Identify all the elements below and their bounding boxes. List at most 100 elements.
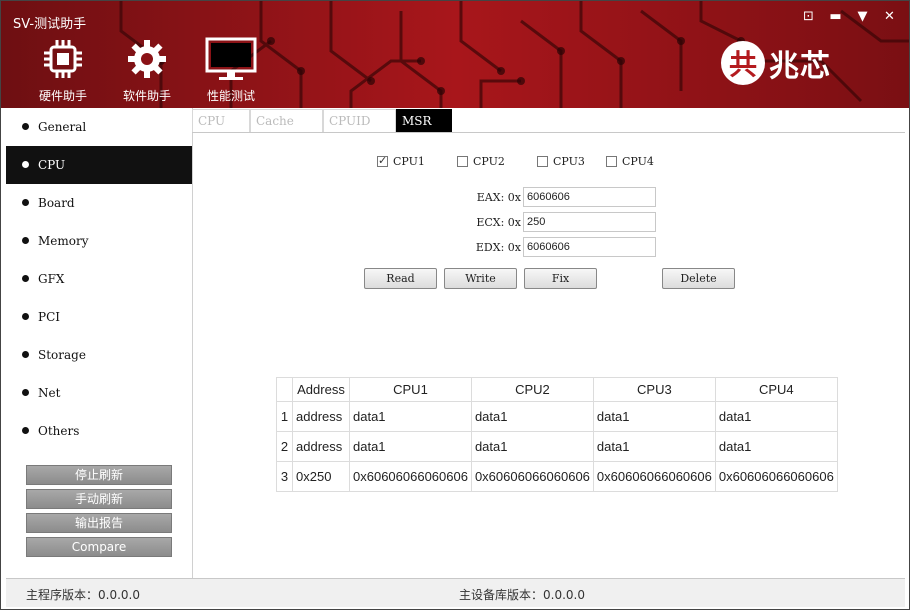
table-row[interactable]: 2 address data1 data1 data1 data1: [276, 431, 838, 462]
msr-results-table: Address CPU1 CPU2 CPU3 CPU4 1 address da…: [276, 377, 838, 492]
table-row[interactable]: 3 0x250 0x60606066060606 0x6060606606060…: [276, 461, 838, 492]
nav-hardware-assistant[interactable]: 硬件助手: [21, 37, 105, 103]
row-number: 2: [276, 431, 293, 462]
edx-input[interactable]: 6060606: [523, 237, 656, 257]
table-cell[interactable]: 0x60606066060606: [470, 461, 594, 492]
sidebar: General CPU Board Memory GFX PCI Storage…: [6, 108, 193, 578]
sidebar-item-pci[interactable]: PCI: [6, 298, 192, 336]
bullet-icon: [22, 427, 29, 434]
checkbox-box[interactable]: [377, 154, 388, 167]
checkbox-label: CPU4: [622, 154, 654, 168]
checkbox-box[interactable]: [606, 155, 617, 167]
tab-cpuid[interactable]: CPUID: [323, 109, 396, 132]
zhaoxin-logo-icon: 共: [721, 41, 765, 85]
table-row[interactable]: 1 address data1 data1 data1 data1: [276, 401, 838, 432]
row-number: 1: [276, 401, 293, 432]
column-header[interactable]: Address: [292, 377, 350, 402]
column-header[interactable]: CPU4: [714, 377, 838, 402]
sidebar-item-label: Others: [38, 424, 80, 438]
sidebar-item-board[interactable]: Board: [6, 184, 192, 222]
table-cell[interactable]: 0x60606066060606: [349, 461, 472, 492]
brand-logo: 共 兆芯: [721, 41, 831, 85]
eax-input[interactable]: 6060606: [523, 187, 656, 207]
table-cell[interactable]: data1: [592, 431, 716, 462]
table-cell[interactable]: data1: [349, 401, 472, 432]
minimize-to-tray-icon[interactable]: ▬: [822, 7, 849, 27]
bullet-icon: [22, 237, 29, 244]
sidebar-item-cpu[interactable]: CPU: [6, 146, 192, 184]
table-cell[interactable]: address: [292, 401, 350, 432]
cpu3-checkbox[interactable]: CPU3: [537, 154, 585, 168]
sidebar-item-label: General: [38, 120, 87, 134]
brand-name: 兆芯: [769, 49, 831, 84]
sidebar-item-general[interactable]: General: [6, 108, 192, 146]
cpu4-checkbox[interactable]: CPU4: [606, 154, 654, 168]
column-header[interactable]: CPU1: [349, 377, 472, 402]
eax-label: EAX: 0x: [476, 190, 521, 204]
export-report-button[interactable]: 输出报告: [26, 513, 172, 533]
app-window: SV-测试助手 ⊡ ▬ ▼ ✕ 硬件助手 软件助手 性能测试 共 兆芯 Gene…: [0, 0, 910, 610]
minimize-icon[interactable]: ▼: [849, 7, 876, 27]
nav-label: 硬件助手: [38, 89, 87, 103]
header-banner: SV-测试助手 ⊡ ▬ ▼ ✕ 硬件助手 软件助手 性能测试 共 兆芯: [1, 1, 909, 108]
column-header[interactable]: CPU2: [470, 377, 594, 402]
app-title: SV-测试助手: [13, 17, 87, 32]
close-icon[interactable]: ✕: [876, 7, 903, 27]
fix-button[interactable]: Fix: [524, 268, 597, 289]
status-bar: 主程序版本：0.0.0.0 主设备库版本：0.0.0.0: [6, 578, 905, 607]
cpu2-checkbox[interactable]: CPU2: [457, 154, 505, 168]
ecx-input[interactable]: 250: [523, 212, 656, 232]
gear-icon: [128, 40, 166, 78]
tab-msr[interactable]: MSR: [396, 109, 452, 132]
table-cell[interactable]: data1: [349, 431, 472, 462]
write-button[interactable]: Write: [444, 268, 517, 289]
sidebar-item-others[interactable]: Others: [6, 412, 192, 450]
sidebar-item-label: Memory: [38, 234, 89, 248]
sidebar-item-label: CPU: [38, 158, 66, 172]
row-number: 3: [276, 461, 293, 492]
sidebar-item-storage[interactable]: Storage: [6, 336, 192, 374]
table-cell[interactable]: data1: [592, 401, 716, 432]
edx-row: EDX: 0x 6060606: [471, 237, 656, 257]
table-cell[interactable]: data1: [470, 401, 594, 432]
top-navigation: 硬件助手 软件助手 性能测试: [21, 37, 273, 103]
tab-divider: [192, 132, 905, 133]
bullet-icon: [22, 351, 29, 358]
skin-icon[interactable]: ⊡: [795, 7, 822, 27]
monitor-icon: [205, 37, 257, 80]
read-button[interactable]: Read: [364, 268, 437, 289]
ecx-row: ECX: 0x 250: [471, 212, 656, 232]
tab-cache[interactable]: Cache: [250, 109, 323, 132]
table-cell[interactable]: data1: [470, 431, 594, 462]
nav-software-assistant[interactable]: 软件助手: [105, 37, 189, 103]
bullet-icon: [22, 389, 29, 396]
sidebar-item-gfx[interactable]: GFX: [6, 260, 192, 298]
compare-button[interactable]: Compare: [26, 537, 172, 557]
table-cell[interactable]: 0x60606066060606: [592, 461, 716, 492]
checkbox-box[interactable]: [457, 155, 468, 167]
cpu1-checkbox[interactable]: CPU1: [377, 154, 425, 168]
sidebar-item-memory[interactable]: Memory: [6, 222, 192, 260]
tab-cpu[interactable]: CPU: [192, 109, 250, 132]
sidebar-item-net[interactable]: Net: [6, 374, 192, 412]
delete-button[interactable]: Delete: [662, 268, 735, 289]
table-cell[interactable]: data1: [714, 401, 838, 432]
checkbox-box[interactable]: [537, 155, 548, 167]
table-cell[interactable]: address: [292, 431, 350, 462]
table-cell[interactable]: 0x250: [292, 461, 350, 492]
stop-refresh-button[interactable]: 停止刷新: [26, 465, 172, 485]
table-cell[interactable]: 0x60606066060606: [714, 461, 838, 492]
table-corner: [276, 377, 293, 402]
sidebar-item-label: PCI: [38, 310, 60, 324]
table-cell[interactable]: data1: [714, 431, 838, 462]
ecx-label: ECX: 0x: [476, 215, 521, 229]
table-header-row: Address CPU1 CPU2 CPU3 CPU4: [276, 377, 838, 402]
device-db-version: 主设备库版本：0.0.0.0: [459, 588, 585, 602]
eax-row: EAX: 0x 6060606: [471, 187, 656, 207]
nav-label: 性能测试: [206, 89, 255, 103]
manual-refresh-button[interactable]: 手动刷新: [26, 489, 172, 509]
column-header[interactable]: CPU3: [592, 377, 716, 402]
chip-icon: [44, 40, 82, 78]
nav-performance-test[interactable]: 性能测试: [189, 37, 273, 103]
bullet-icon: [22, 199, 29, 206]
